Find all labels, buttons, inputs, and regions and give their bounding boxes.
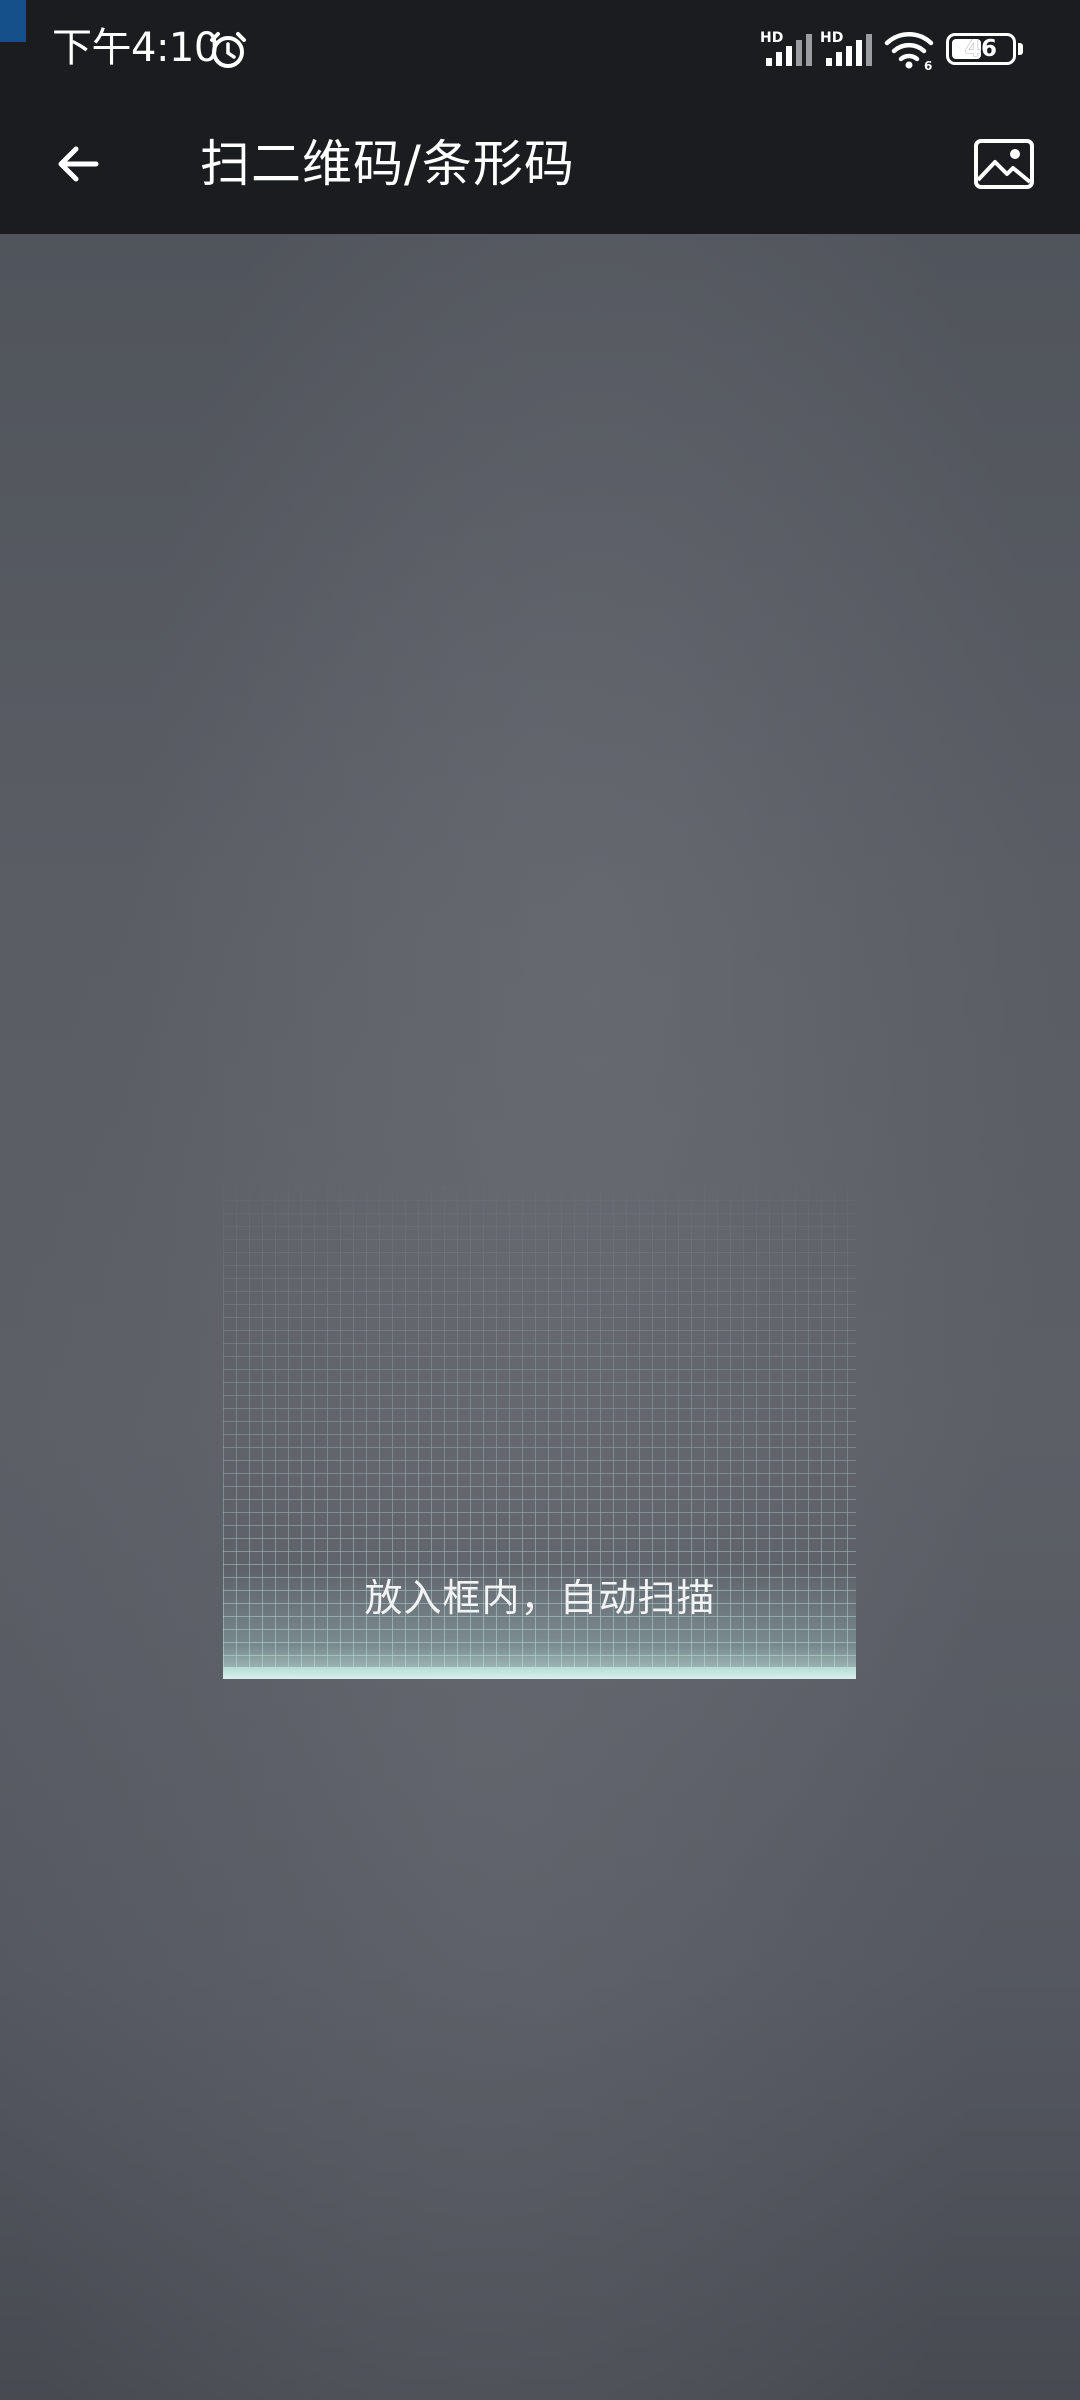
wifi-icon: 6 — [884, 32, 934, 70]
cellular-signal-icon: HD — [760, 30, 812, 66]
page-title: 扫二维码/条形码 — [200, 135, 575, 193]
alarm-clock-icon — [210, 32, 246, 68]
arrow-left-icon — [58, 146, 99, 182]
battery-indicator: 46 — [946, 33, 1016, 65]
battery-level: 46 — [964, 36, 997, 62]
app-bar: 扫二维码/条形码 — [0, 96, 1080, 234]
battery-cap — [1018, 43, 1023, 55]
back-button[interactable] — [40, 126, 116, 202]
wifi-badge: 6 — [924, 59, 932, 70]
camera-viewfinder — [0, 234, 1080, 2400]
status-bar: 下午4:10 HD HD 6 46 — [0, 0, 1080, 96]
signal-1-hd-label: HD — [760, 30, 783, 46]
signal-2-hd-label: HD — [820, 30, 843, 46]
cellular-signal-icon-2: HD — [820, 30, 872, 66]
scan-hint: 放入框内，自动扫描 — [364, 1576, 716, 1620]
corner-marker — [0, 0, 26, 42]
gallery-button[interactable] — [964, 124, 1044, 204]
scan-line — [223, 1667, 856, 1679]
status-time: 下午4:10 — [52, 25, 219, 71]
image-gallery-icon — [974, 139, 1034, 189]
